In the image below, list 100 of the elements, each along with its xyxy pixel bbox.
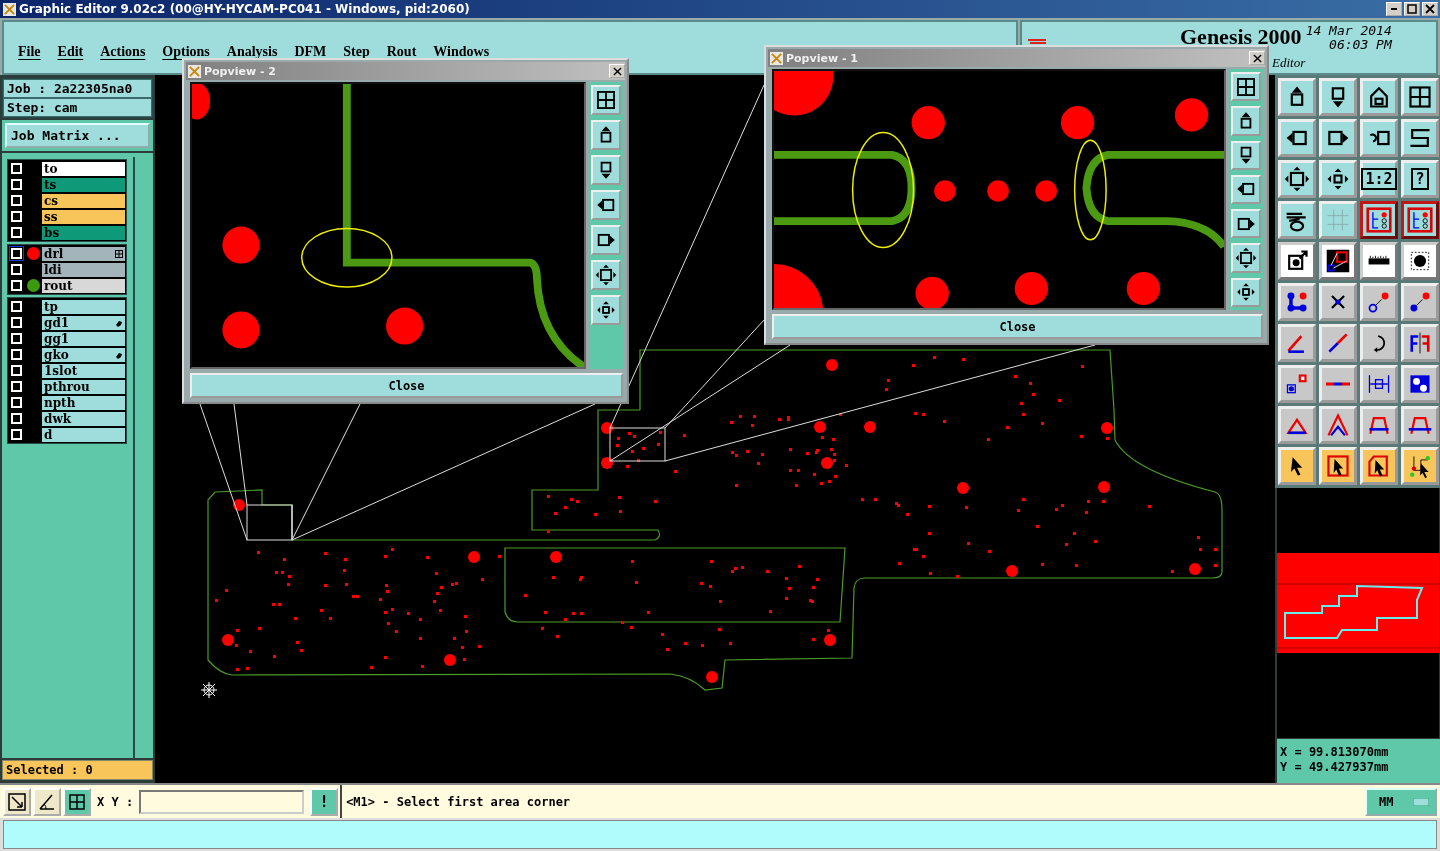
layer-checkbox[interactable] — [11, 429, 22, 440]
layer-checkbox[interactable] — [11, 397, 22, 408]
x-coordinate: X = 99.813070mm — [1280, 745, 1390, 760]
hand-marker-icon — [115, 350, 123, 359]
popview-close-button[interactable]: Close — [190, 373, 623, 398]
layer-name[interactable]: tp — [42, 299, 125, 314]
menu-item[interactable]: Options — [162, 43, 210, 60]
menu-item[interactable]: Windows — [433, 43, 490, 60]
zoom-area-button[interactable] — [3, 787, 31, 816]
view-tool-button[interactable] — [591, 155, 621, 185]
menu-item[interactable]: Rout — [386, 43, 417, 60]
window-select-icon — [1325, 248, 1351, 274]
panes-icon — [595, 89, 617, 111]
layer-name[interactable]: rout — [42, 278, 125, 293]
view-tool-button[interactable] — [1231, 106, 1261, 136]
layer-name[interactable]: bs — [42, 225, 125, 240]
view-tool-button[interactable] — [1231, 209, 1261, 239]
grid-marker-icon — [115, 249, 123, 258]
popview-title: Popview - 1 — [786, 51, 858, 65]
alert-button[interactable]: ! — [310, 787, 339, 816]
layer-checkbox[interactable] — [11, 349, 22, 360]
layer-checkbox[interactable] — [11, 211, 22, 222]
layer-name[interactable]: gd1 — [42, 315, 125, 330]
toolbar-button[interactable] — [1360, 201, 1398, 239]
zoom-fit-icon — [595, 264, 617, 286]
view-tool-button[interactable] — [1231, 174, 1261, 205]
date-label: 14 Mar 2014 — [1305, 24, 1392, 38]
popview-close-button[interactable]: Close — [772, 314, 1263, 339]
layer-checkbox[interactable] — [11, 333, 22, 344]
layer-name[interactable]: ldi — [42, 262, 125, 277]
layer-name[interactable]: cs — [42, 193, 125, 208]
view-tool-button[interactable] — [591, 295, 621, 325]
layer-name[interactable]: gg1 — [42, 331, 125, 346]
zoom-region — [609, 427, 666, 462]
view-tool-button[interactable] — [591, 85, 621, 115]
zoom-center-icon — [595, 299, 617, 321]
pointer-box-icon — [1325, 453, 1351, 479]
view-tool-button[interactable] — [1231, 72, 1261, 102]
close-button[interactable] — [1422, 2, 1438, 16]
layer-checkbox[interactable] — [11, 381, 22, 392]
layer-name[interactable]: gko — [42, 347, 125, 362]
layer-name[interactable]: npth — [42, 395, 125, 410]
step-label: Step: cam — [3, 98, 152, 117]
layer-name[interactable]: ts — [42, 177, 125, 192]
view-tool-button[interactable] — [1231, 140, 1261, 170]
view-tool-button[interactable] — [1231, 243, 1261, 273]
units-dropdown[interactable]: MM — [1365, 787, 1437, 816]
layer-name[interactable]: drl — [42, 246, 125, 261]
layer-checkbox[interactable] — [11, 280, 22, 291]
menu-item[interactable]: Edit — [57, 43, 84, 60]
layer-checkbox[interactable] — [11, 413, 22, 424]
layer-checkbox[interactable] — [11, 227, 22, 238]
module-label: Editor — [1272, 55, 1306, 71]
layer-checkbox[interactable] — [11, 163, 22, 174]
view-tool-button[interactable] — [591, 120, 621, 150]
view-tool-button[interactable] — [591, 225, 621, 255]
view-tool-button[interactable] — [591, 260, 621, 290]
app-icon — [770, 51, 783, 65]
menu-item[interactable]: Step — [343, 43, 370, 60]
toolbar-button[interactable]: ? — [1401, 160, 1439, 198]
maximize-button[interactable] — [1404, 2, 1420, 16]
minimize-button[interactable] — [1386, 2, 1402, 16]
view-tool-button[interactable] — [1231, 277, 1261, 307]
origin-icon — [200, 681, 218, 699]
layer-checkbox[interactable] — [11, 301, 22, 312]
menu-item[interactable]: DFM — [294, 43, 327, 60]
layer-name[interactable]: 1slot — [42, 363, 125, 378]
pointer-net-icon — [1407, 453, 1433, 479]
close-button[interactable] — [609, 64, 625, 78]
layer-signal-icon — [1366, 207, 1392, 233]
grid-button[interactable] — [63, 787, 91, 816]
popview-title: Popview - 2 — [204, 64, 276, 78]
layer-checkbox[interactable] — [11, 195, 22, 206]
close-button[interactable] — [1249, 51, 1265, 65]
menu-item[interactable]: Actions — [100, 43, 146, 60]
angle-button[interactable] — [33, 787, 61, 816]
coordinate-input[interactable] — [139, 789, 305, 814]
layer-name[interactable]: pthrou — [42, 379, 125, 394]
menu-item[interactable]: Analysis — [226, 43, 278, 60]
layer-checkbox[interactable] — [11, 317, 22, 328]
app-icon — [188, 64, 201, 78]
job-matrix-button[interactable]: Job Matrix ... — [5, 123, 150, 148]
layer-name[interactable]: ss — [42, 209, 125, 224]
minimize-icon — [1391, 8, 1397, 10]
zoom-center-icon — [1325, 166, 1351, 192]
view-tool-button[interactable] — [591, 190, 621, 220]
toolbar-button[interactable]: 1:2 — [1360, 160, 1398, 198]
layer-name[interactable]: to — [42, 161, 125, 176]
menu-item[interactable]: File — [18, 43, 41, 60]
layer-name[interactable]: dwk — [42, 411, 125, 426]
mirror-icon — [1407, 330, 1433, 356]
app-icon — [3, 2, 16, 16]
grid-icon — [1325, 207, 1351, 233]
layer-checkbox[interactable] — [11, 179, 22, 190]
layer-checkbox[interactable] — [11, 264, 22, 275]
line-segment-icon — [1325, 382, 1351, 386]
toolbar-button[interactable] — [1401, 201, 1439, 239]
layer-checkbox[interactable] — [11, 365, 22, 376]
layer-name[interactable]: d — [42, 427, 125, 442]
product-name: Genesis 2000 — [1180, 24, 1302, 50]
